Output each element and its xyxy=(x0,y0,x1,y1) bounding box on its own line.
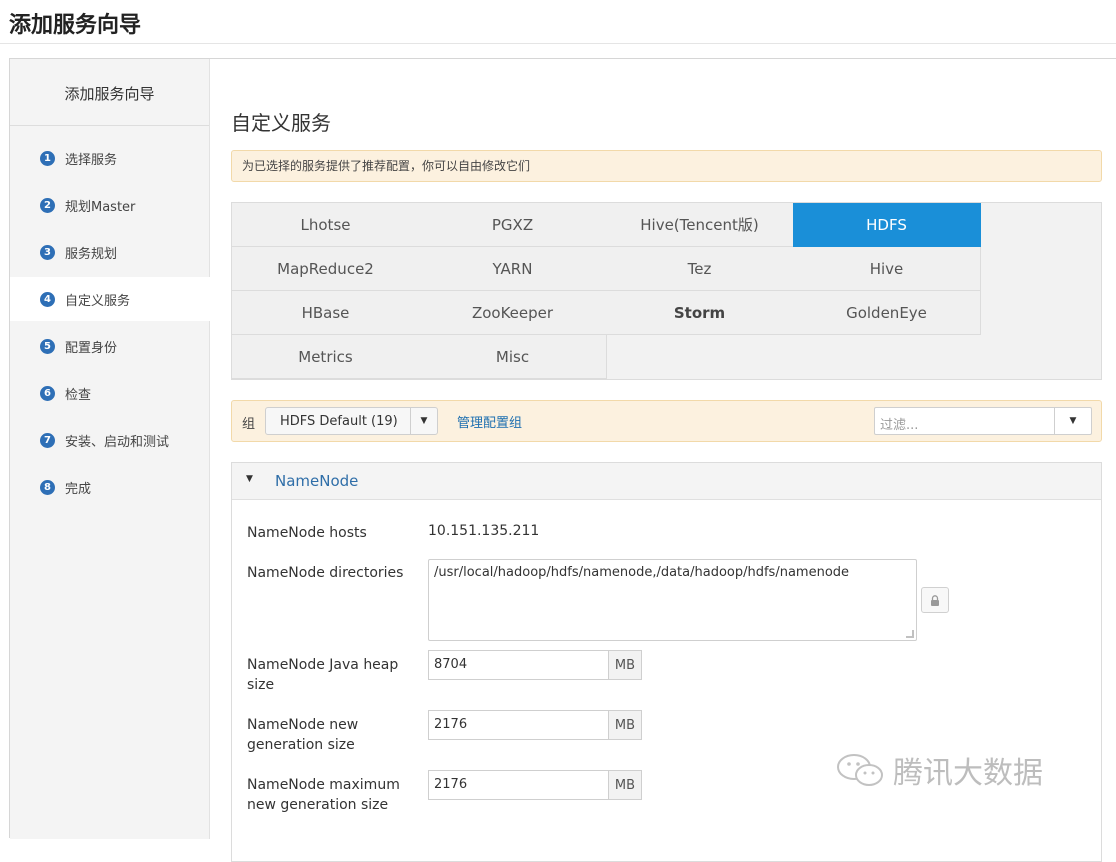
recommendation-alert: 为已选择的服务提供了推荐配置，你可以自由修改它们 xyxy=(231,150,1102,182)
step-number-badge: 2 xyxy=(40,197,55,213)
sidebar-title: 添加服务向导 xyxy=(10,59,209,126)
step-label: 自定义服务 xyxy=(65,293,131,309)
namenode-maxnewgen-label: NameNode maximum new generation size xyxy=(247,777,400,813)
namenode-newgen-label: NameNode new generation size xyxy=(247,717,359,753)
service-tab-metrics[interactable]: Metrics xyxy=(232,335,420,379)
step-number-badge: 3 xyxy=(40,244,55,260)
service-tab-hive[interactable]: Hive xyxy=(793,247,981,291)
namenode-heap-label: NameNode Java heap size xyxy=(247,657,399,693)
namenode-maxnewgen-input[interactable]: 2176 xyxy=(428,770,609,800)
lock-button[interactable] xyxy=(921,587,949,613)
step-label: 选择服务 xyxy=(65,152,118,168)
watermark: 腾讯大数据 xyxy=(835,748,1085,792)
step-number-badge: 8 xyxy=(40,479,55,495)
step-number-badge: 5 xyxy=(40,338,55,354)
namenode-hosts-value: 10.151.135.211 xyxy=(428,523,540,539)
step-number-badge: 4 xyxy=(40,291,55,307)
page-header: 添加服务向导 xyxy=(0,0,1116,44)
step-label: 配置身份 xyxy=(65,340,118,356)
namenode-newgen-input[interactable]: 2176 xyxy=(428,710,609,740)
step-service-plan[interactable]: 3 服务规划 xyxy=(10,230,210,274)
step-assign-masters[interactable]: 2 规划Master xyxy=(10,183,210,227)
step-summary[interactable]: 8 完成 xyxy=(10,465,210,509)
unit-addon: MB xyxy=(608,770,642,800)
service-tab-hive-tencent[interactable]: Hive(Tencent版) xyxy=(606,203,794,247)
page-title: 添加服务向导 xyxy=(9,13,142,38)
textarea-value: /usr/local/hadoop/hdfs/namenode,/data/ha… xyxy=(434,565,850,580)
panel-title[interactable]: NameNode xyxy=(275,472,358,490)
namenode-panel: ▼ NameNode NameNode hosts 10.151.135.211… xyxy=(231,462,1102,862)
service-tab-pgxz[interactable]: PGXZ xyxy=(419,203,607,247)
service-tabs: Lhotse PGXZ Hive(Tencent版) HDFS MapReduc… xyxy=(231,202,1102,380)
namenode-heap-input[interactable]: 8704 xyxy=(428,650,609,680)
service-tab-hbase[interactable]: HBase xyxy=(232,291,420,335)
step-customize-services[interactable]: 4 自定义服务 xyxy=(10,277,211,321)
watermark-text: 腾讯大数据 xyxy=(893,756,1043,791)
namenode-directories-textarea[interactable]: /usr/local/hadoop/hdfs/namenode,/data/ha… xyxy=(428,559,917,641)
config-group-dropdown[interactable]: HDFS Default (19) ▼ xyxy=(265,407,438,435)
step-number-badge: 6 xyxy=(40,385,55,401)
resize-grip-icon[interactable] xyxy=(906,630,914,638)
step-configure-identities[interactable]: 5 配置身份 xyxy=(10,324,210,368)
manage-config-groups-link[interactable]: 管理配置组 xyxy=(457,412,522,431)
step-install-start-test[interactable]: 7 安装、启动和测试 xyxy=(10,418,210,462)
service-tab-yarn[interactable]: YARN xyxy=(419,247,607,291)
section-title: 自定义服务 xyxy=(231,111,331,135)
step-label: 规划Master xyxy=(65,199,136,215)
step-label: 检查 xyxy=(65,387,92,403)
service-tab-misc[interactable]: Misc xyxy=(419,335,607,379)
caret-down-icon[interactable]: ▼ xyxy=(1054,408,1091,434)
namenode-directories-label: NameNode directories xyxy=(247,565,404,581)
service-tab-lhotse[interactable]: Lhotse xyxy=(232,203,420,247)
service-tab-storm[interactable]: Storm xyxy=(606,291,794,335)
step-number-badge: 1 xyxy=(40,150,55,166)
unit-addon: MB xyxy=(608,650,642,680)
step-label: 服务规划 xyxy=(65,246,118,262)
namenode-hosts-label: NameNode hosts xyxy=(247,525,367,541)
group-label: 组 xyxy=(242,417,256,432)
config-group-bar: 组 HDFS Default (19) ▼ 管理配置组 过滤... ▼ xyxy=(231,400,1102,442)
collapse-triangle-icon[interactable]: ▼ xyxy=(246,474,253,484)
service-tab-mapreduce2[interactable]: MapReduce2 xyxy=(232,247,420,291)
step-review[interactable]: 6 检查 xyxy=(10,371,210,415)
filter-placeholder: 过滤... xyxy=(880,418,919,433)
filter-dropdown[interactable]: 过滤... ▼ xyxy=(874,407,1092,435)
step-label: 安装、启动和测试 xyxy=(65,434,170,450)
panel-header[interactable]: ▼ NameNode xyxy=(232,463,1101,500)
step-number-badge: 7 xyxy=(40,432,55,448)
service-tab-zookeeper[interactable]: ZooKeeper xyxy=(419,291,607,335)
step-label: 完成 xyxy=(65,481,92,497)
service-tab-goldeneye[interactable]: GoldenEye xyxy=(793,291,981,335)
wechat-logo-icon xyxy=(837,754,883,786)
step-select-services[interactable]: 1 选择服务 xyxy=(10,136,210,180)
service-tab-hdfs[interactable]: HDFS xyxy=(793,203,981,247)
config-group-selected: HDFS Default (19) xyxy=(280,414,398,429)
wizard-frame: 添加服务向导 1 选择服务 2 规划Master 3 服务规划 4 自定义服务 … xyxy=(9,58,1116,862)
caret-down-icon[interactable]: ▼ xyxy=(410,408,437,434)
unit-addon: MB xyxy=(608,710,642,740)
service-tab-tez[interactable]: Tez xyxy=(606,247,794,291)
lock-icon xyxy=(931,594,939,606)
wizard-sidebar: 添加服务向导 1 选择服务 2 规划Master 3 服务规划 4 自定义服务 … xyxy=(10,59,211,839)
